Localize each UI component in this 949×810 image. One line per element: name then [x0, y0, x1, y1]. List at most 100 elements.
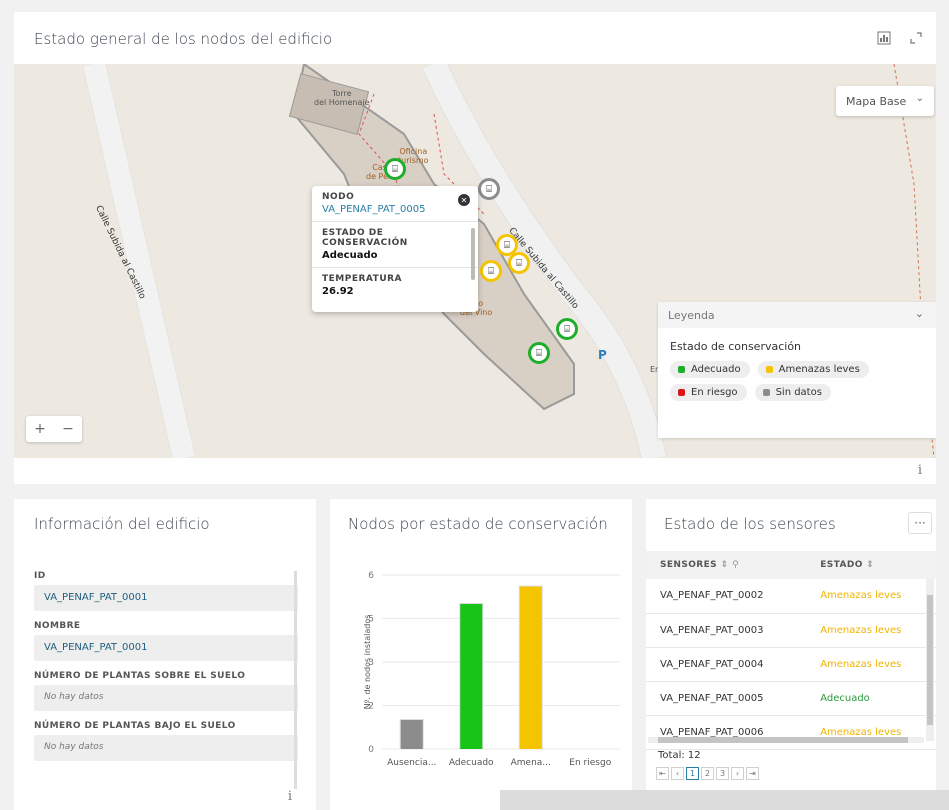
info-field-label: NOMBRE	[34, 621, 81, 631]
info-field-label: NÚMERO DE PLANTAS SOBRE EL SUELO	[34, 671, 246, 681]
page-button[interactable]: 2	[701, 767, 714, 780]
popup-temp-label: TEMPERATURA	[322, 274, 403, 284]
chart-toggle-icon[interactable]	[872, 26, 896, 50]
info-field-label: ID	[34, 571, 46, 581]
legend-chip[interactable]: Sin datos	[754, 384, 831, 401]
info-panel-title: Información del edificio	[34, 515, 210, 533]
popup-temp-value: 26.92	[322, 286, 354, 297]
building-info-panel: Información del edificio ID VA_PENAF_PAT_…	[14, 499, 316, 810]
sensor-id-cell: VA_PENAF_PAT_0003	[646, 613, 807, 648]
x-tick-label: Amena...	[511, 758, 551, 768]
legend-color-dot	[678, 366, 685, 373]
y-tick-label: 0	[368, 745, 374, 755]
basemap-select[interactable]: Mapa Base ⌄	[836, 86, 934, 116]
info-scrollbar[interactable]	[294, 571, 297, 789]
table-vertical-scrollbar[interactable]	[926, 579, 934, 741]
sensor-state-cell: Amenazas leves	[806, 579, 936, 614]
zoom-in-button[interactable]: +	[26, 416, 54, 442]
next-page-icon[interactable]: ›	[731, 767, 744, 780]
map-legend: Leyenda ⌄ Estado de conservación Adecuad…	[658, 302, 936, 438]
bar	[400, 720, 423, 749]
bottom-overlay-bar	[500, 790, 949, 810]
last-page-icon[interactable]: ⇥	[746, 767, 759, 780]
legend-chip[interactable]: Adecuado	[670, 361, 750, 378]
legend-chip-label: Amenazas leves	[778, 364, 860, 375]
sensor-id-cell: VA_PENAF_PAT_0006	[646, 715, 807, 750]
sensor-id-cell: VA_PENAF_PAT_0005	[646, 681, 807, 716]
sensor-panel-title: Estado de los sensores	[664, 515, 836, 533]
legend-chip[interactable]: Amenazas leves	[757, 361, 869, 378]
prev-page-icon[interactable]: ‹	[671, 767, 684, 780]
close-icon[interactable]: ✕	[458, 194, 470, 206]
page-button[interactable]: 1	[686, 767, 699, 780]
y-axis-label: Nº. de nodos instalados	[363, 615, 372, 710]
bar	[519, 586, 542, 749]
sensor-state-cell: Amenazas leves	[806, 715, 936, 750]
node-marker-adecuado[interactable]: ⌸	[556, 318, 578, 340]
sensor-id-cell: VA_PENAF_PAT_0004	[646, 647, 807, 682]
page-button[interactable]: 3	[716, 767, 729, 780]
legend-chip-label: En riesgo	[691, 387, 738, 398]
node-popup: ✕ NODO VA_PENAF_PAT_0005 ESTADO DE CONSE…	[312, 186, 478, 312]
collapse-icon[interactable]: ⌄	[915, 307, 924, 320]
sensor-table: SENSORES ⇕ ⚲ ESTADO ⇕ VA_PENAF_PAT_0002 A…	[646, 551, 936, 750]
legend-chip-label: Adecuado	[691, 364, 741, 375]
column-header-estado[interactable]: ESTADO ⇕	[806, 551, 936, 579]
legend-subtitle: Estado de conservación	[670, 340, 802, 353]
node-marker-amenazas[interactable]: ⌸	[508, 252, 530, 274]
pagination: ⇤ ‹ 1 2 3 › ⇥	[656, 767, 759, 780]
map-label-torre: Torre del Homenaje	[314, 89, 370, 107]
map-panel-title: Estado general de los nodos del edificio	[34, 30, 333, 48]
sensor-panel: Estado de los sensores ··· SENSORES ⇕ ⚲ …	[646, 499, 936, 810]
zoom-out-button[interactable]: −	[54, 416, 82, 442]
chevron-down-icon: ⌄	[915, 93, 924, 104]
popup-state-value: Adecuado	[322, 250, 378, 261]
info-field-value: VA_PENAF_PAT_0001	[34, 585, 298, 611]
parking-icon: P	[598, 348, 607, 362]
sensor-state-cell: Adecuado	[806, 681, 936, 716]
y-tick-label: 6	[368, 571, 374, 581]
legend-chip[interactable]: En riesgo	[670, 384, 747, 401]
basemap-label: Mapa Base	[846, 94, 907, 108]
table-row[interactable]: VA_PENAF_PAT_0003 Amenazas leves	[646, 613, 936, 648]
info-field-value: No hay datos	[34, 685, 298, 711]
sort-icon: ⇕	[866, 560, 875, 570]
legend-title: Leyenda	[668, 309, 715, 322]
info-fields: ID VA_PENAF_PAT_0001 NOMBRE VA_PENAF_PAT_00…	[34, 561, 298, 761]
map-canvas[interactable]: Torre del Homenaje Oficina turismo Cas d…	[14, 64, 936, 458]
info-icon[interactable]: i	[918, 463, 922, 478]
table-row[interactable]: VA_PENAF_PAT_0006 Amenazas leves	[646, 715, 936, 750]
column-header-sensores[interactable]: SENSORES ⇕ ⚲	[646, 551, 807, 579]
table-row[interactable]: VA_PENAF_PAT_0005 Adecuado	[646, 681, 936, 716]
table-row[interactable]: VA_PENAF_PAT_0004 Amenazas leves	[646, 647, 936, 682]
first-page-icon[interactable]: ⇤	[656, 767, 669, 780]
node-marker-adecuado[interactable]: ⌸	[384, 158, 406, 180]
expand-icon[interactable]	[904, 26, 928, 50]
legend-chips: Adecuado Amenazas leves En riesgo Sin datos	[658, 361, 936, 401]
table-horizontal-scrollbar[interactable]	[648, 737, 924, 743]
node-marker-amenazas[interactable]: ⌸	[480, 260, 502, 282]
legend-color-dot	[678, 389, 685, 396]
sensor-state-cell: Amenazas leves	[806, 647, 936, 682]
x-tick-label: Adecuado	[449, 758, 494, 768]
sensor-state-cell: Amenazas leves	[806, 613, 936, 648]
x-tick-label: En riesgo	[569, 758, 611, 768]
node-marker-sin-datos[interactable]: ⌸	[478, 178, 500, 200]
legend-chip-label: Sin datos	[775, 387, 822, 398]
info-field-value: VA_PENAF_PAT_0001	[34, 635, 298, 661]
x-tick-label: Ausencia...	[387, 758, 436, 768]
bar	[460, 604, 483, 749]
chart-panel-title: Nodos por estado de conservación	[348, 515, 608, 533]
table-row[interactable]: VA_PENAF_PAT_0002 Amenazas leves	[646, 579, 936, 614]
legend-color-dot	[762, 389, 770, 396]
popup-state-label: ESTADO DE CONSERVACIÓN	[322, 228, 408, 248]
info-icon[interactable]: i	[288, 789, 292, 804]
chart-panel: Nodos por estado de conservación 0 2 3 5 6 Nº…	[330, 499, 632, 810]
bar-chart: 02356Nº. de nodos instaladosAusencia... A…	[363, 571, 620, 768]
more-menu-button[interactable]: ···	[908, 512, 932, 534]
popup-node-value[interactable]: VA_PENAF_PAT_0005	[322, 204, 468, 215]
popup-scrollbar[interactable]	[471, 228, 475, 280]
info-field-value: No hay datos	[34, 735, 298, 761]
search-icon: ⚲	[732, 560, 740, 570]
node-marker-adecuado[interactable]: ⌸	[528, 342, 550, 364]
